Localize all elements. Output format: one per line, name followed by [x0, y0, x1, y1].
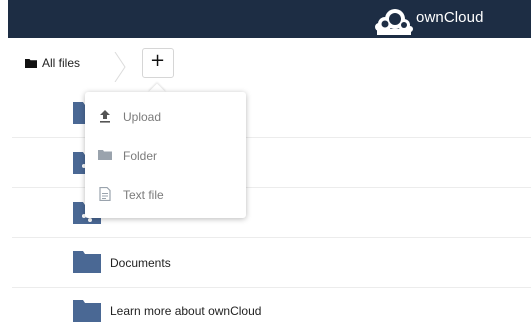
files-app: ownCloud All files + Documents Learn mor…	[0, 0, 531, 325]
controls-bar	[12, 38, 531, 88]
owncloud-cloud-icon	[375, 9, 413, 35]
text-file-icon	[99, 187, 111, 201]
table-row[interactable]: Learn more about ownCloud	[12, 288, 531, 325]
file-name-learn-more[interactable]: Learn more about ownCloud	[110, 304, 261, 318]
file-name-documents[interactable]: Documents	[110, 256, 171, 270]
menu-item-label: Upload	[123, 110, 162, 124]
breadcrumb-all-files[interactable]: All files	[42, 56, 80, 70]
brand-name: ownCloud	[416, 9, 484, 26]
table-row[interactable]: Documents	[12, 238, 531, 288]
folder-icon[interactable]	[25, 59, 37, 68]
menu-item-label: Text file	[123, 188, 164, 202]
left-gutter	[0, 38, 12, 325]
folder-icon	[98, 150, 112, 160]
header-edge-strip	[0, 0, 8, 38]
folder-icon	[73, 300, 101, 322]
menu-item-label: Folder	[123, 149, 158, 163]
upload-icon	[100, 110, 110, 123]
plus-icon: +	[150, 50, 166, 71]
breadcrumb-separator	[114, 52, 126, 82]
owncloud-logo-icon[interactable]	[373, 5, 413, 35]
folder-icon	[73, 251, 101, 273]
